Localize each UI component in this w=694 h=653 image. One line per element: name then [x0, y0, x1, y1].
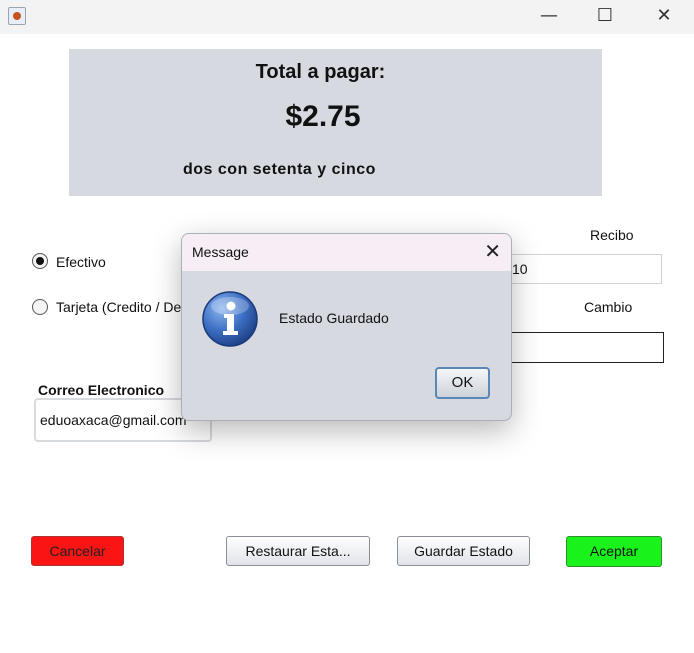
window-titlebar: — ☐ ✕ — [0, 0, 694, 34]
maximize-button[interactable]: ☐ — [582, 0, 628, 34]
message-dialog: Message ✕ Estado Guardado OK — [181, 233, 512, 421]
change-input[interactable] — [505, 332, 664, 363]
amount-in-words: dos con setenta y cinco — [183, 161, 376, 178]
total-label: Total a pagar: — [255, 61, 386, 83]
ok-button[interactable]: OK — [435, 367, 490, 399]
card-label: Tarjeta (Credito / De — [56, 299, 182, 315]
receipt-input[interactable]: 10 — [505, 254, 662, 284]
dialog-message: Estado Guardado — [279, 310, 389, 326]
minimize-button[interactable]: — — [526, 0, 572, 34]
close-window-button[interactable]: ✕ — [641, 0, 687, 34]
card-radio[interactable] — [32, 299, 48, 315]
close-icon[interactable]: ✕ — [484, 240, 501, 262]
total-panel: Total a pagar: $2.75 dos con setenta y c… — [69, 49, 602, 196]
accept-button[interactable]: Aceptar — [566, 536, 662, 567]
cash-radio[interactable] — [32, 253, 48, 269]
change-label: Cambio — [584, 299, 633, 315]
info-icon — [202, 291, 258, 347]
dialog-titlebar: Message ✕ — [182, 234, 511, 271]
email-label: Correo Electronico — [38, 382, 165, 398]
save-state-button[interactable]: Guardar Estado — [397, 536, 530, 566]
cancel-button[interactable]: Cancelar — [31, 536, 124, 566]
total-amount: $2.75 — [285, 100, 361, 133]
restore-state-button[interactable]: Restaurar Esta... — [226, 536, 370, 566]
java-app-icon — [8, 7, 26, 25]
cash-label: Efectivo — [56, 254, 106, 270]
receipt-label: Recibo — [590, 227, 634, 243]
dialog-title: Message — [192, 244, 249, 260]
